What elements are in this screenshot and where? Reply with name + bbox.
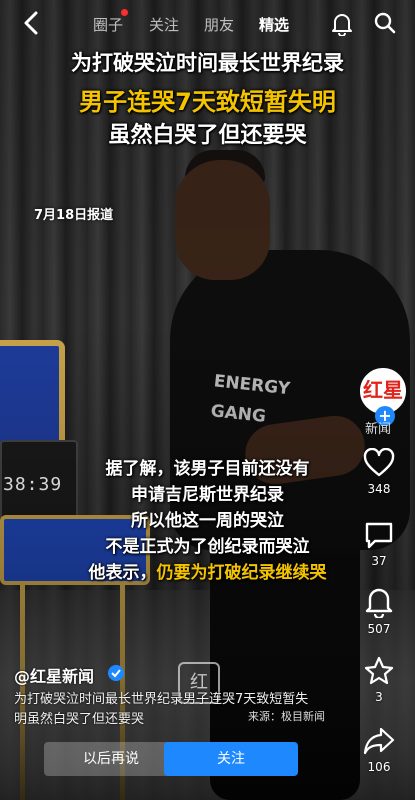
tab-friends[interactable]: 朋友	[204, 14, 234, 35]
tab-featured[interactable]: 精选	[259, 14, 289, 35]
share-button[interactable]: 507	[343, 586, 415, 636]
subtitle-highlight: 仍要为打破纪录继续哭	[156, 563, 327, 583]
like-button[interactable]: 348	[343, 448, 415, 496]
bell-icon[interactable]	[331, 12, 353, 36]
follow-button[interactable]: 关注	[164, 742, 298, 776]
headline-line-1: 为打破哭泣时间最长世界纪录	[71, 51, 344, 75]
share-count: 507	[367, 622, 391, 636]
subtitle-prefix: 他表示，	[88, 563, 157, 583]
forward-button[interactable]: 106	[343, 726, 415, 774]
later-button[interactable]: 以后再说	[44, 742, 178, 776]
star-icon	[364, 656, 394, 685]
report-date: 7月18日报道	[34, 208, 114, 223]
back-arrow-icon[interactable]	[20, 10, 44, 36]
bell-share-icon	[365, 588, 393, 618]
headline-line-2: 男子连哭7天致短暂失明	[79, 88, 336, 116]
verified-icon	[108, 665, 124, 681]
person-hair	[185, 150, 265, 185]
favorite-count: 3	[375, 690, 383, 704]
person-head	[175, 160, 270, 280]
search-icon[interactable]	[374, 12, 396, 34]
tab-following[interactable]: 关注	[149, 14, 179, 35]
comment-icon	[365, 522, 393, 549]
avatar-tag: 新闻	[365, 422, 392, 437]
heart-icon	[363, 448, 395, 477]
author-name[interactable]: @红星新闻	[14, 663, 94, 687]
forward-arrow-icon	[363, 727, 395, 755]
favorite-button[interactable]: 3	[343, 656, 415, 704]
headline-line-3: 虽然白哭了但还要哭	[108, 123, 307, 148]
forward-count: 106	[367, 760, 391, 774]
notification-dot	[121, 9, 128, 16]
like-count: 348	[367, 482, 391, 496]
avatar-logo: 红星	[363, 378, 403, 402]
top-nav: 圈子 关注 朋友 精选	[0, 0, 415, 46]
shirt-print: ENERGY GANG	[209, 371, 291, 427]
tab-circle[interactable]: 圈子	[93, 14, 123, 35]
comment-count: 37	[371, 554, 387, 568]
comment-button[interactable]: 37	[343, 520, 415, 568]
source-label: 来源：极目新闻	[248, 710, 325, 723]
